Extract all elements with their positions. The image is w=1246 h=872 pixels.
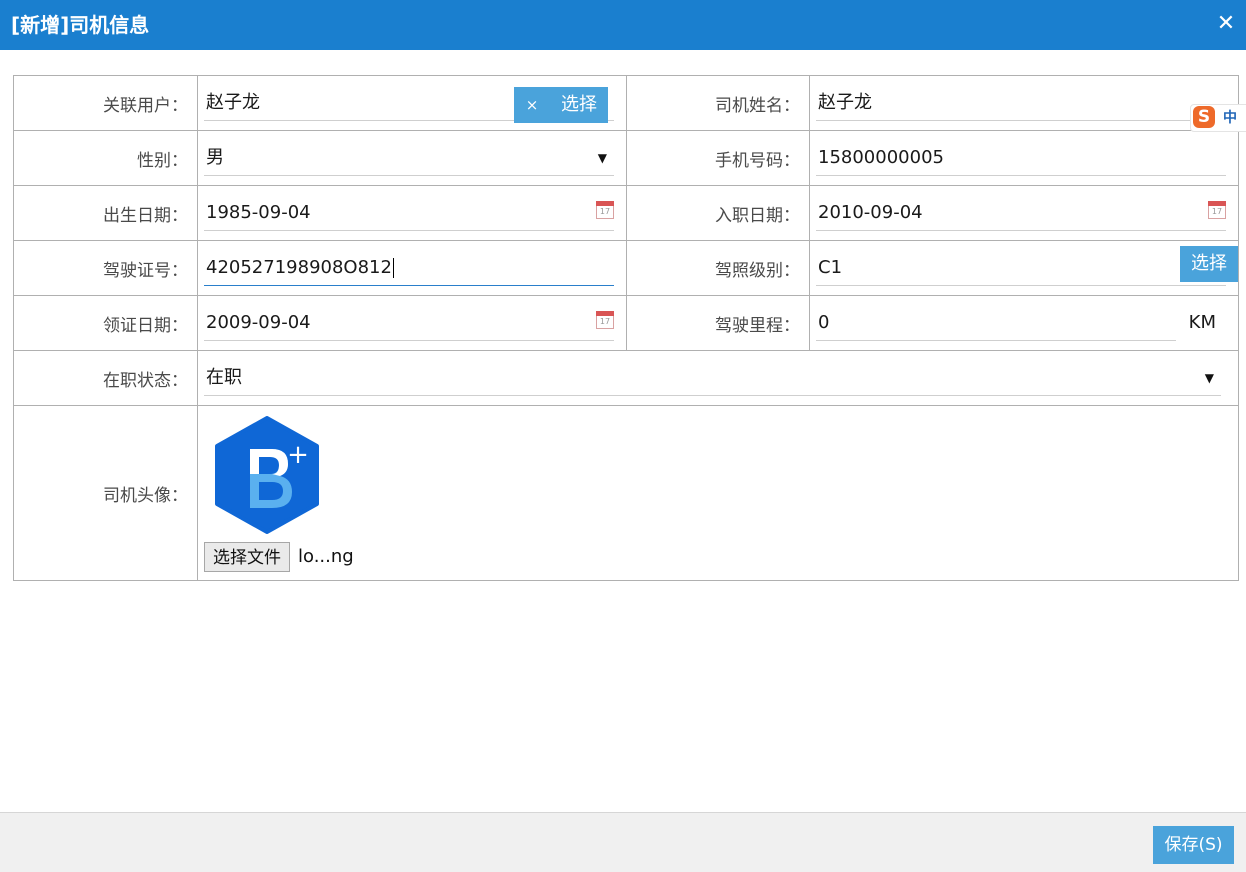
mileage-value: 0 <box>818 311 830 333</box>
status-select[interactable]: 在职 ▼ <box>204 361 1221 396</box>
phone-label: 手机号码： <box>626 130 810 186</box>
dropdown-arrow-icon: ▼ <box>597 150 607 165</box>
clear-user-button[interactable]: × <box>514 86 550 123</box>
calendar-icon[interactable]: 17 <box>596 200 614 219</box>
select-user-button[interactable]: 选择 <box>550 86 608 123</box>
birth-date-label: 出生日期： <box>13 185 198 241</box>
form-row: 在职状态： 在职 ▼ <box>13 350 1239 406</box>
close-icon[interactable]: ✕ <box>1214 10 1238 38</box>
license-no-value: 420527198908O812 <box>206 256 392 278</box>
avatar-label: 司机头像： <box>13 405 198 581</box>
calendar-icon[interactable]: 17 <box>596 310 614 329</box>
license-class-field[interactable]: C1 选择 <box>816 245 1238 286</box>
form-row: 出生日期： 1985-09-04 17 入职日期： 2010-09-04 17 <box>13 185 1239 241</box>
driver-form: 关联用户： 赵子龙 × 选择 司机姓名： 赵子龙 性别： 男 ▼ 手机号码： 1… <box>13 75 1239 581</box>
form-row: 性别： 男 ▼ 手机号码： 15800000005 <box>13 130 1239 186</box>
linked-user-field[interactable]: 赵子龙 × 选择 <box>204 86 614 123</box>
issue-date-input[interactable]: 2009-09-04 17 <box>204 306 614 341</box>
phone-value: 15800000005 <box>818 146 944 168</box>
driver-name-value: 赵子龙 <box>818 91 872 113</box>
linked-user-label: 关联用户： <box>13 75 198 131</box>
hire-date-label: 入职日期： <box>626 185 810 241</box>
dialog-titlebar: [新增]司机信息 ✕ <box>0 0 1246 50</box>
linked-user-buttons: × 选择 <box>514 86 608 123</box>
sogou-ime-icon: S <box>1193 106 1215 128</box>
mileage-label: 驾驶里程： <box>626 295 810 351</box>
dialog-footer: 保存(S) <box>0 812 1246 872</box>
license-no-input[interactable]: 420527198908O812 <box>204 251 614 286</box>
ime-mode-indicator[interactable]: 中 <box>1223 107 1237 129</box>
ime-toolbar[interactable]: S 中 <box>1190 104 1246 132</box>
birth-date-value: 1985-09-04 <box>206 201 311 223</box>
calendar-icon[interactable]: 17 <box>1208 200 1226 219</box>
driver-name-label: 司机姓名： <box>626 75 810 131</box>
form-row: 驾驶证号： 420527198908O812 驾照级别： C1 选择 <box>13 240 1239 296</box>
gender-value: 男 <box>206 146 224 168</box>
form-row: 司机头像： + 选择文件 lo...ng <box>13 405 1239 581</box>
form-row: 领证日期： 2009-09-04 17 驾驶里程： 0 KM <box>13 295 1239 351</box>
linked-user-value: 赵子龙 <box>206 91 260 113</box>
text-caret <box>392 257 394 278</box>
license-class-label: 驾照级别： <box>626 240 810 296</box>
gender-select[interactable]: 男 ▼ <box>204 141 614 176</box>
mileage-unit: KM <box>1188 311 1216 333</box>
choose-file-button[interactable]: 选择文件 <box>204 542 290 572</box>
form-row: 关联用户： 赵子龙 × 选择 司机姓名： 赵子龙 <box>13 75 1239 131</box>
phone-input[interactable]: 15800000005 <box>816 141 1226 176</box>
chosen-file-name: lo...ng <box>298 546 354 567</box>
mileage-input[interactable]: 0 KM <box>816 306 1216 341</box>
dropdown-arrow-icon: ▼ <box>1204 370 1214 385</box>
license-class-value: C1 <box>818 256 843 278</box>
save-button[interactable]: 保存(S) <box>1153 826 1234 864</box>
avatar-logo-image: + <box>215 416 319 534</box>
select-license-class-button[interactable]: 选择 <box>1180 245 1238 282</box>
license-no-label: 驾驶证号： <box>13 240 198 296</box>
hire-date-value: 2010-09-04 <box>818 201 923 223</box>
dialog-title: [新增]司机信息 <box>11 13 150 37</box>
birth-date-input[interactable]: 1985-09-04 17 <box>204 196 614 231</box>
status-value: 在职 <box>206 366 242 388</box>
issue-date-value: 2009-09-04 <box>206 311 311 333</box>
status-label: 在职状态： <box>13 350 198 406</box>
gender-label: 性别： <box>13 130 198 186</box>
driver-name-input[interactable]: 赵子龙 <box>816 86 1226 121</box>
svg-text:+: + <box>287 440 309 470</box>
hire-date-input[interactable]: 2010-09-04 17 <box>816 196 1226 231</box>
issue-date-label: 领证日期： <box>13 295 198 351</box>
